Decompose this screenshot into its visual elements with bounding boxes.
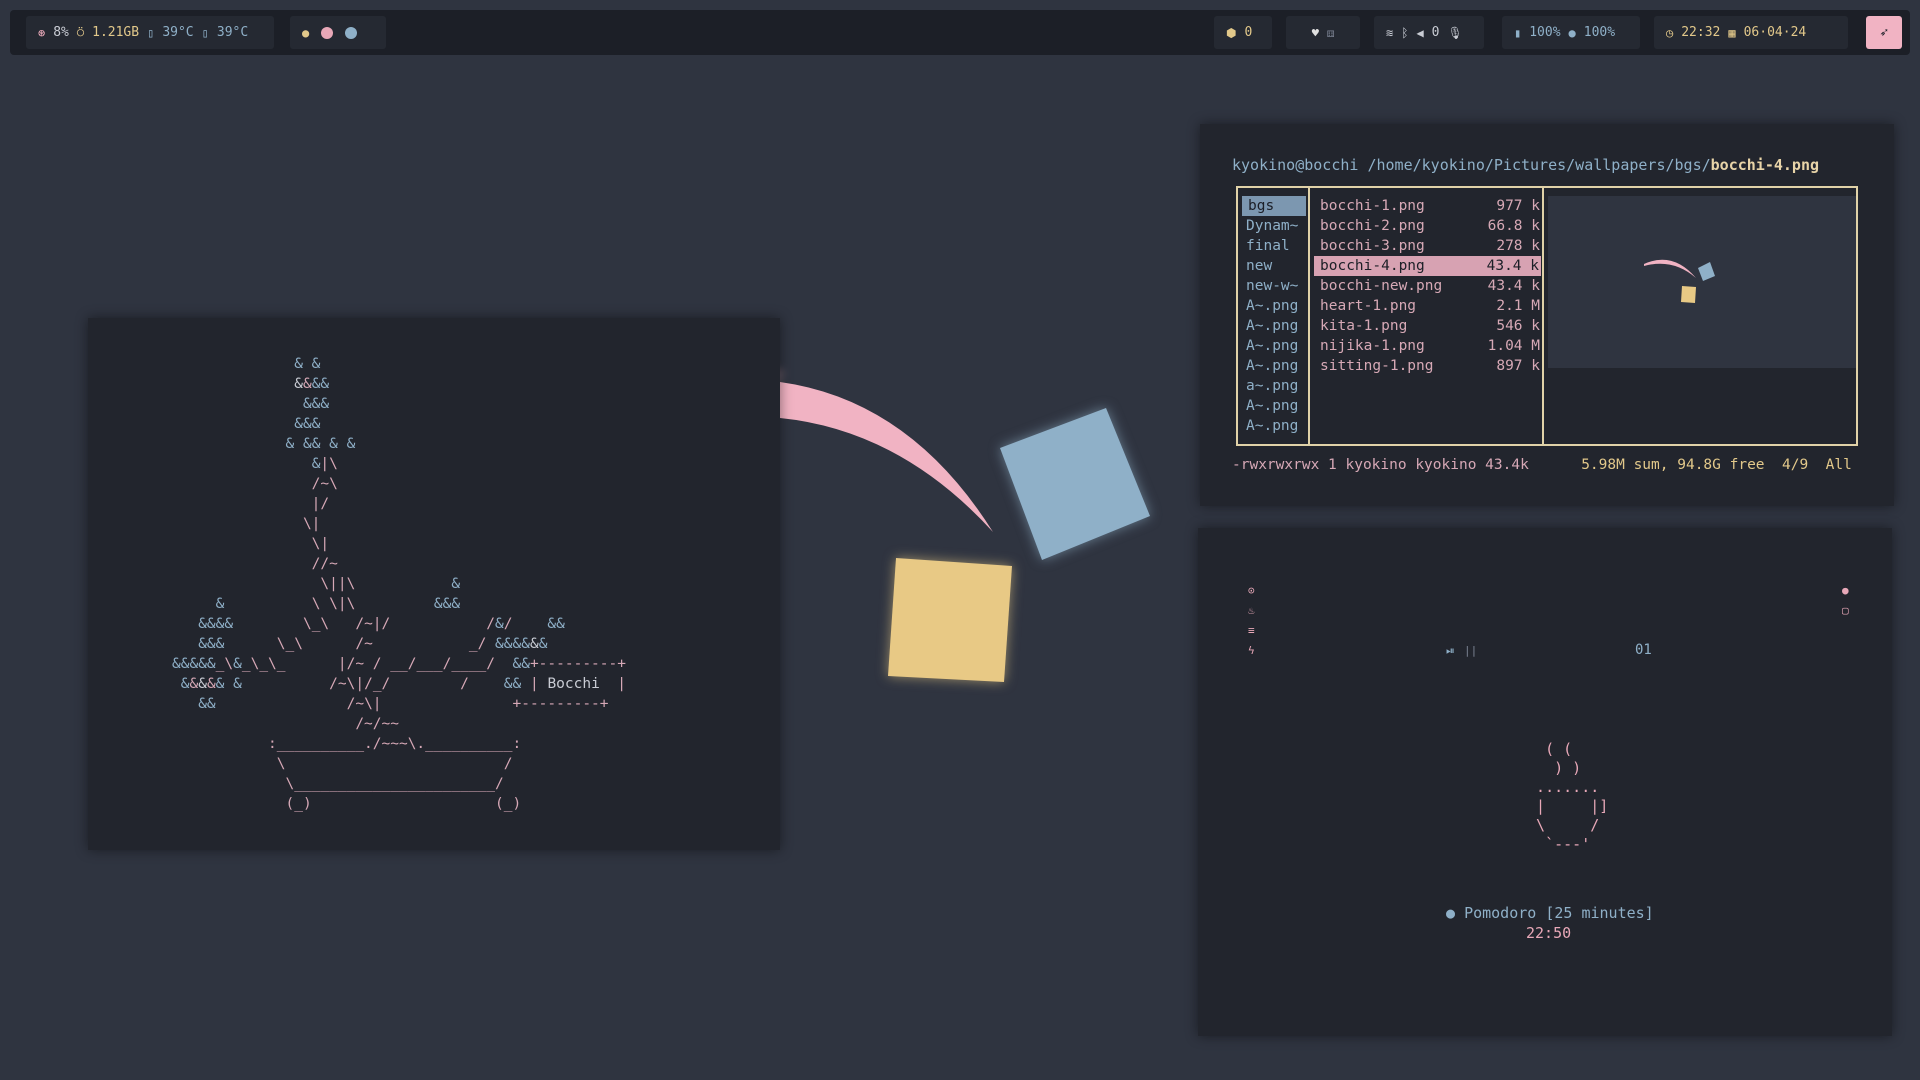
ranger-path: /home/kyokino/Pictures/wallpapers/bgs/ xyxy=(1367,156,1711,174)
yellow-square-shape xyxy=(888,558,1012,682)
dir-item[interactable]: a~.png xyxy=(1238,376,1308,396)
file-size: 546 k xyxy=(1487,318,1540,334)
pause-bars-icon[interactable]: || xyxy=(1464,644,1477,657)
file-item[interactable]: bocchi-new.png 43.4 k xyxy=(1310,276,1542,296)
ascii-bathtub-art: & & &&&& &&& &&& & && & & &|\ /~\ |/ \| … xyxy=(172,356,627,812)
file-name: kita-1.png xyxy=(1320,318,1408,334)
file-item[interactable]: kita-1.png 546 k xyxy=(1310,316,1542,336)
file-size: 66.8 k xyxy=(1487,218,1540,234)
file-size: 43.4 k xyxy=(1487,278,1540,294)
pin-icon[interactable]: ⊙ xyxy=(1248,584,1255,597)
file-size: 977 k xyxy=(1487,198,1540,214)
file-item[interactable]: bocchi-3.png 278 k xyxy=(1310,236,1542,256)
coffee-cup-art: ( ( ) ) ....... | |] \ / `---' xyxy=(1536,740,1609,853)
file-permissions: -rwxrwxrwx 1 kyokino kyokino 43.4k xyxy=(1232,457,1529,473)
ranger-file-manager[interactable]: kyokino@bocchi /home/kyokino/Pictures/wa… xyxy=(1200,124,1894,506)
pomodoro-label: ● Pomodoro [25 minutes] xyxy=(1446,904,1654,922)
file-item[interactable]: bocchi-1.png 977 k xyxy=(1310,196,1542,216)
flame-icon[interactable]: ♨ xyxy=(1248,604,1255,617)
parent-directory-column: bgs Dynam~ final new new-w~ A~.png A~.pn… xyxy=(1238,188,1310,444)
ranger-columns: bgs Dynam~ final new new-w~ A~.png A~.pn… xyxy=(1236,186,1858,446)
ascii-art-window[interactable]: & & &&&& &&& &&& & && & & &|\ /~\ |/ \| … xyxy=(88,318,780,850)
file-list-column: bocchi-1.png 977 k bocchi-2.png 66.8 k bo… xyxy=(1310,188,1544,444)
file-name: bocchi-new.png xyxy=(1320,278,1443,294)
record-icon[interactable]: ● xyxy=(1842,584,1849,597)
file-size: 897 k xyxy=(1487,358,1540,374)
ascii-bocchi-label: Bocchi xyxy=(547,676,600,692)
pomodoro-timer: 22:50 xyxy=(1526,924,1572,942)
dir-item[interactable]: Dynam~ xyxy=(1238,216,1308,236)
dir-item[interactable]: final xyxy=(1238,236,1308,256)
ranger-path-header: kyokino@bocchi /home/kyokino/Pictures/wa… xyxy=(1232,156,1819,174)
file-item[interactable]: sitting-1.png 897 k xyxy=(1310,356,1542,376)
file-name: sitting-1.png xyxy=(1320,358,1434,374)
track-number: 01 xyxy=(1635,642,1652,658)
pink-comet-shape xyxy=(780,382,993,532)
dir-item[interactable]: new-w~ xyxy=(1238,276,1308,296)
ranger-user-host: kyokino@bocchi xyxy=(1232,156,1359,174)
file-name: nijika-1.png xyxy=(1320,338,1425,354)
dir-item[interactable]: bgs xyxy=(1242,196,1306,216)
wallpaper-preview-image xyxy=(1548,196,1856,368)
lightning-icon[interactable]: ϟ xyxy=(1248,644,1255,657)
file-item-selected[interactable]: bocchi-4.png 43.4 k xyxy=(1314,256,1541,276)
file-item[interactable]: bocchi-2.png 66.8 k xyxy=(1310,216,1542,236)
dir-item[interactable]: A~.png xyxy=(1238,396,1308,416)
file-size: 278 k xyxy=(1487,238,1540,254)
file-name: bocchi-2.png xyxy=(1320,218,1425,234)
file-size: 2.1 M xyxy=(1487,298,1540,314)
file-name: bocchi-1.png xyxy=(1320,198,1425,214)
dir-item[interactable]: new xyxy=(1238,256,1308,276)
dir-item[interactable]: A~.png xyxy=(1238,416,1308,436)
pomodoro-dot-icon: ● xyxy=(1446,904,1456,922)
file-icon[interactable]: ▢ xyxy=(1842,604,1849,617)
file-name: bocchi-3.png xyxy=(1320,238,1425,254)
dir-item[interactable]: A~.png xyxy=(1238,296,1308,316)
file-size: 1.04 M xyxy=(1487,338,1540,354)
file-name: bocchi-4.png xyxy=(1320,258,1425,274)
pomodoro-title: Pomodoro [25 minutes] xyxy=(1464,904,1654,922)
dir-item[interactable]: A~.png xyxy=(1238,356,1308,376)
stack-icon[interactable]: ≡ xyxy=(1248,624,1255,637)
ranger-current-file: bocchi-4.png xyxy=(1710,156,1820,174)
preview-column xyxy=(1544,188,1856,444)
pomodoro-widget[interactable]: ⊙ ♨ ≡ ϟ ● ▢ ⏯ || 01 ( ( ) ) ....... | |]… xyxy=(1198,528,1892,1036)
file-item[interactable]: heart-1.png 2.1 M xyxy=(1310,296,1542,316)
file-name: heart-1.png xyxy=(1320,298,1417,314)
dir-item[interactable]: A~.png xyxy=(1238,336,1308,356)
ranger-status-bar: -rwxrwxrwx 1 kyokino kyokino 43.4k 5.98M… xyxy=(1232,457,1852,473)
blue-square-shape xyxy=(1000,408,1150,560)
file-size: 43.4 k xyxy=(1486,258,1539,274)
play-pause-icon[interactable]: ⏯ xyxy=(1446,644,1455,658)
file-item[interactable]: nijika-1.png 1.04 M xyxy=(1310,336,1542,356)
disk-summary: 5.98M sum, 94.8G free 4/9 All xyxy=(1581,457,1852,473)
dir-item[interactable]: A~.png xyxy=(1238,316,1308,336)
